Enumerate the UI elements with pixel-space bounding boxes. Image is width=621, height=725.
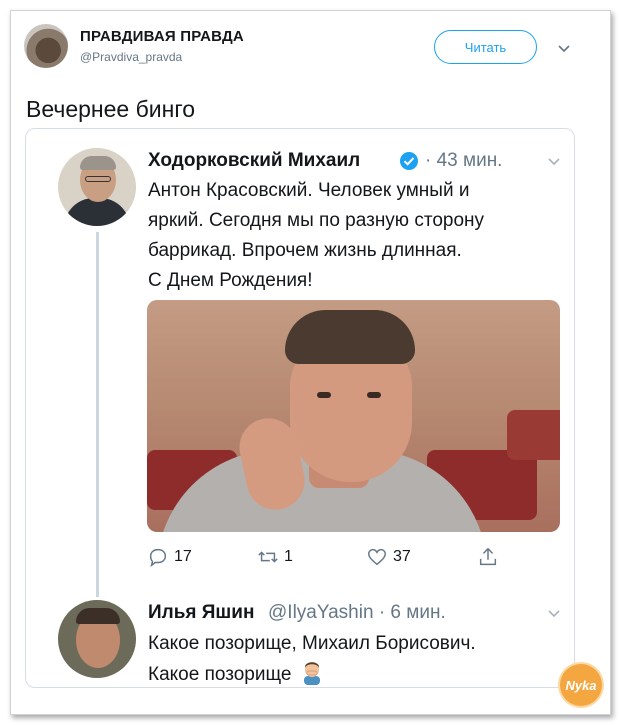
thread-line xyxy=(96,232,99,597)
reply-author-avatar[interactable] xyxy=(58,600,136,678)
author-name[interactable]: Ходорковский Михаил xyxy=(148,150,360,172)
follow-button[interactable]: Читать xyxy=(434,30,537,64)
text-line: Какое позорище, Михаил Борисович. xyxy=(148,633,476,654)
share-button[interactable] xyxy=(477,546,499,568)
watermark-logo: Nyka xyxy=(560,664,602,706)
watermark-text: Nyka xyxy=(565,677,597,693)
tweet-time[interactable]: · 43 мин. xyxy=(425,150,502,172)
reply-button[interactable]: 17 xyxy=(147,546,192,568)
account-name[interactable]: ПРАВДИВАЯ ПРАВДА xyxy=(80,28,244,45)
chevron-down-icon[interactable] xyxy=(546,605,562,621)
account-handle[interactable]: @Pravdiva_pravda xyxy=(80,50,182,64)
reply-icon xyxy=(149,548,167,568)
text-line: баррикад. Впрочем жизнь длинная. xyxy=(148,240,462,261)
text-line: яркий. Сегодня мы по разную сторону xyxy=(148,210,485,231)
reply-text: Какое позорище, Михаил Борисович. Какое … xyxy=(148,628,476,690)
text-line-content: Какое позорище xyxy=(148,664,292,685)
retweet-icon xyxy=(258,551,278,563)
tweet-photo[interactable] xyxy=(147,300,560,532)
chevron-down-icon[interactable] xyxy=(546,153,562,169)
account-avatar[interactable] xyxy=(24,24,68,68)
text-line: С Днем Рождения! xyxy=(148,270,313,291)
quoted-tweet-text: Антон Красовский. Человек умный и яркий.… xyxy=(148,176,568,296)
text-line: Какое позорище xyxy=(148,659,476,690)
reply-count: 17 xyxy=(174,548,192,565)
reply-author-name[interactable]: Илья Яшин xyxy=(148,602,254,624)
chevron-down-icon[interactable] xyxy=(556,40,572,56)
like-button[interactable]: 37 xyxy=(366,546,411,568)
verified-badge-icon xyxy=(400,152,418,170)
like-count: 37 xyxy=(393,548,411,565)
facepalm-emoji-icon xyxy=(301,661,323,685)
author-avatar[interactable] xyxy=(58,148,136,226)
share-icon xyxy=(479,547,497,566)
heart-icon xyxy=(368,548,386,566)
retweet-button[interactable]: 1 xyxy=(257,546,293,568)
reply-handle-time[interactable]: @IlyaYashin · 6 мин. xyxy=(268,602,446,624)
text-line: Антон Красовский. Человек умный и xyxy=(148,180,470,201)
retweet-count: 1 xyxy=(284,548,293,565)
tweet-text: Вечернее бинго xyxy=(26,96,196,122)
